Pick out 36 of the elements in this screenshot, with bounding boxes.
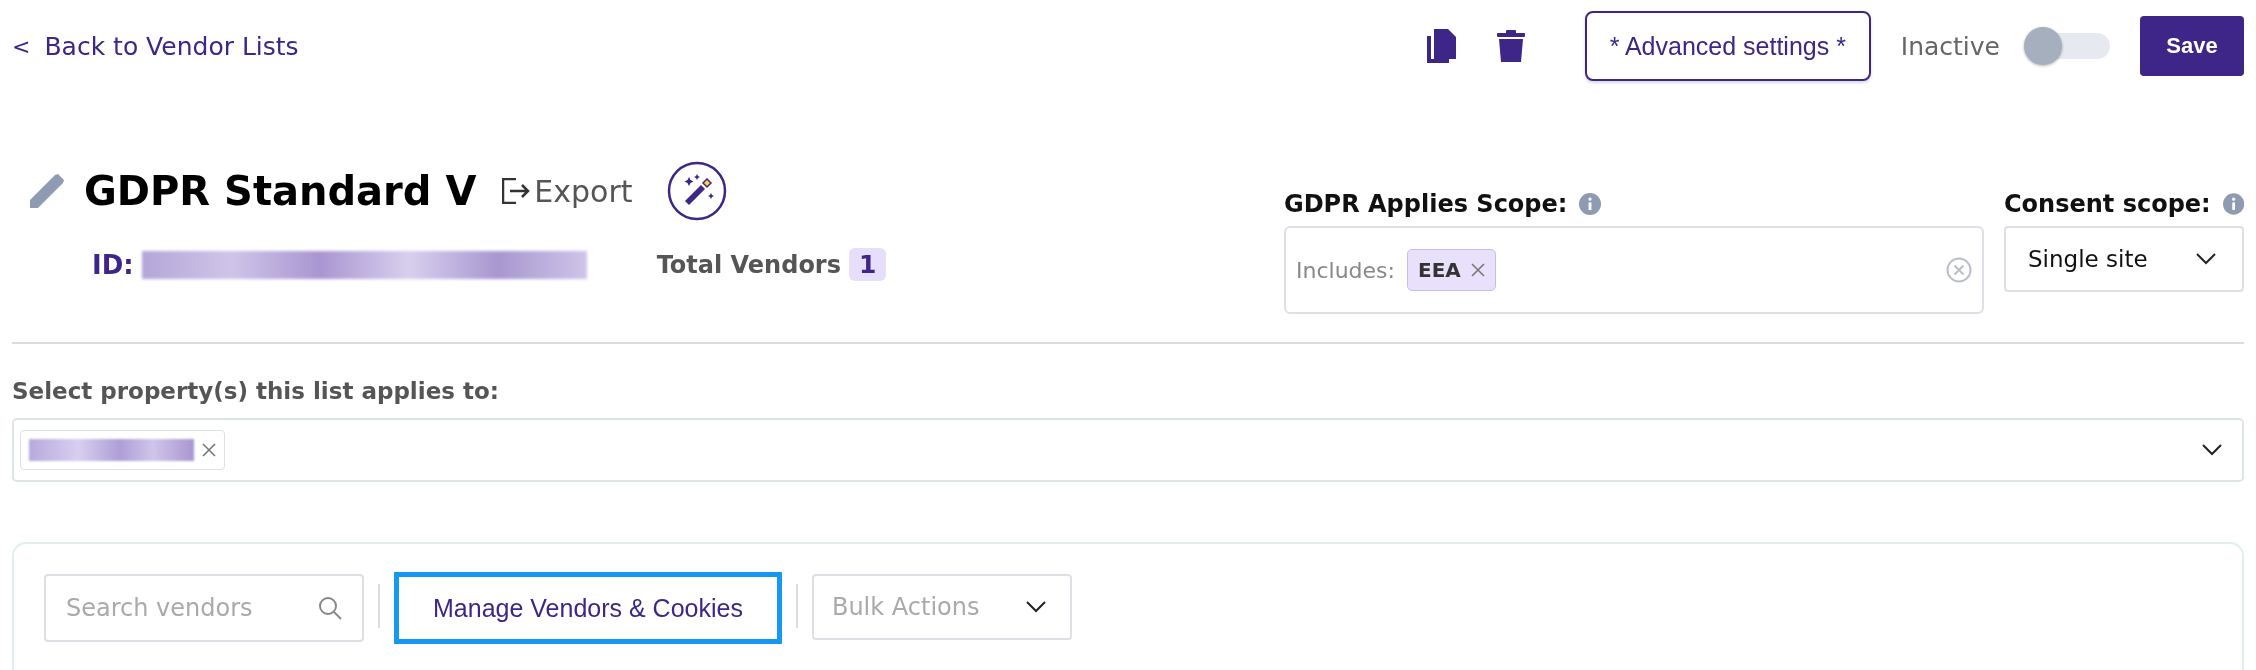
includes-label: Includes:	[1296, 257, 1395, 283]
property-chip[interactable]	[20, 430, 225, 470]
close-icon[interactable]	[1470, 263, 1485, 277]
export-button[interactable]: Export	[502, 173, 633, 209]
id-label: ID:	[92, 249, 134, 280]
back-link[interactable]: < Back to Vendor Lists	[12, 31, 299, 61]
region-chip[interactable]: EEA	[1406, 249, 1496, 291]
chevron-down-icon	[1025, 601, 1046, 613]
status-toggle[interactable]	[2024, 27, 2110, 65]
chevron-down-icon	[2196, 253, 2216, 265]
clear-icon[interactable]	[1946, 257, 1972, 283]
vendor-count-badge: 1	[849, 248, 887, 281]
consent-scope-dropdown[interactable]: Single site	[2004, 226, 2244, 292]
field-label: Consent scope:	[2004, 190, 2211, 218]
advanced-settings-button[interactable]: * Advanced settings *	[1584, 11, 1871, 81]
scope-select-field[interactable]: Includes: EEA	[1284, 226, 1984, 314]
copy-icon[interactable]	[1426, 29, 1457, 63]
property-select-label: Select property(s) this list applies to:	[12, 378, 500, 404]
status-label: Inactive	[1900, 31, 2000, 61]
back-chevron: <	[12, 33, 31, 59]
search-icon	[318, 596, 342, 620]
list-title: GDPR Standard V	[84, 168, 477, 214]
search-field[interactable]: Search vendors	[44, 574, 364, 642]
manage-vendors-button[interactable]: Manage Vendors & Cookies	[394, 572, 782, 644]
back-link-label[interactable]: Back to Vendor Lists	[44, 31, 299, 61]
total-vendors-label: Total Vendors	[656, 250, 841, 279]
field-label: GDPR Applies Scope:	[1284, 190, 1568, 218]
pencil-icon[interactable]	[30, 174, 64, 208]
info-icon[interactable]	[2222, 193, 2244, 215]
magic-wand-icon[interactable]	[666, 161, 727, 221]
export-icon	[502, 178, 531, 204]
close-icon[interactable]	[202, 443, 216, 457]
chevron-down-icon	[2202, 444, 2222, 456]
save-button[interactable]: Save	[2140, 16, 2244, 76]
info-icon[interactable]	[1579, 193, 1602, 215]
trash-icon[interactable]	[1496, 30, 1525, 62]
